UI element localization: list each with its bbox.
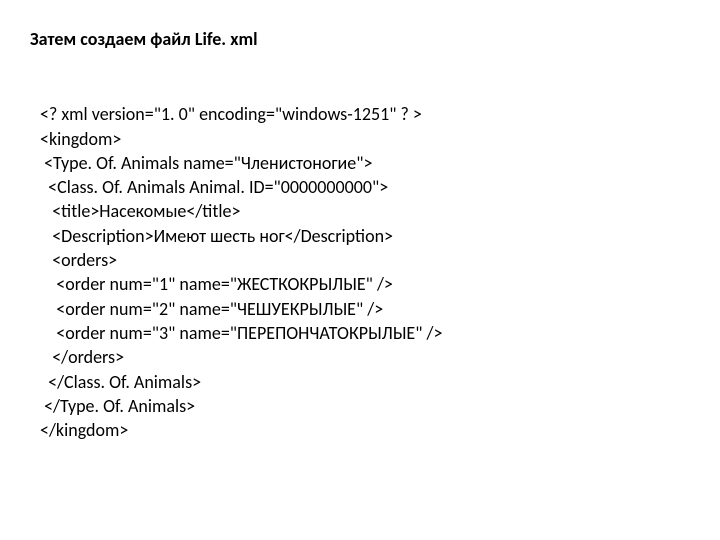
code-line: <Type. Of. Animals name="Членистоногие"> (40, 152, 372, 174)
page-heading: Затем создаем файл Life. xml (30, 28, 690, 50)
code-line: </orders> (40, 346, 124, 368)
code-line: <order num="3" name="ПЕРЕПОНЧАТОКРЫЛЫЕ" … (40, 322, 442, 344)
code-line: <kingdom> (40, 128, 121, 150)
code-line: <? xml version="1. 0" encoding="windows-… (40, 103, 422, 125)
code-line: <order num="2" name="ЧЕШУЕКРЫЛЫЕ" /> (40, 298, 383, 320)
code-line: <Description>Имеют шесть ног</Descriptio… (40, 225, 393, 247)
code-line: <title>Насекомые</title> (40, 200, 240, 222)
code-line: <Class. Of. Animals Animal. ID="00000000… (40, 176, 388, 198)
code-line: <order num="1" name="ЖЕСТКОКРЫЛЫЕ" /> (40, 273, 393, 295)
document-page: Затем создаем файл Life. xml <? xml vers… (0, 0, 720, 462)
xml-code-block: <? xml version="1. 0" encoding="windows-… (40, 78, 690, 442)
code-line: <orders> (40, 249, 117, 271)
code-line: </Type. Of. Animals> (40, 395, 195, 417)
code-line: </Class. Of. Animals> (40, 371, 201, 393)
code-line: </kingdom> (40, 419, 128, 441)
